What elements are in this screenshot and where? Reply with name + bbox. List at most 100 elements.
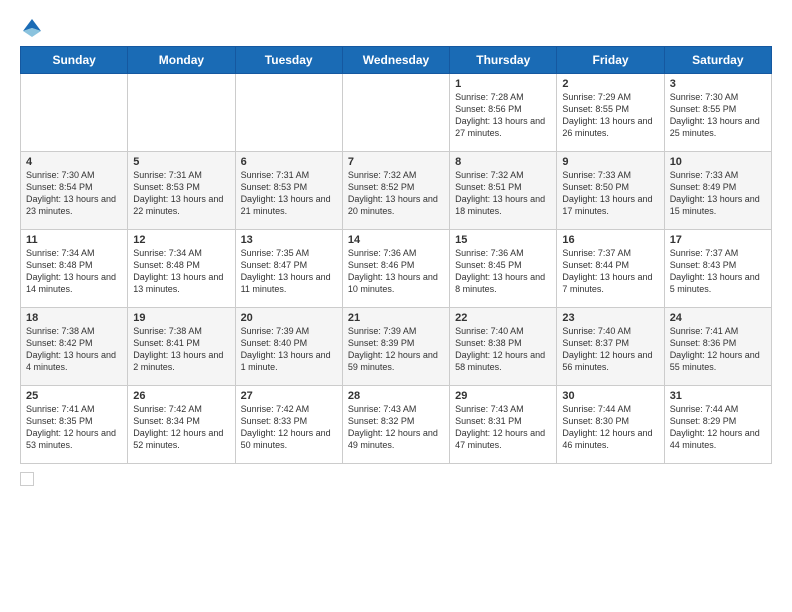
calendar-cell: 14Sunrise: 7:36 AM Sunset: 8:46 PM Dayli… [342,230,449,308]
day-number: 7 [348,156,444,168]
calendar-cell: 28Sunrise: 7:43 AM Sunset: 8:32 PM Dayli… [342,386,449,464]
day-number: 4 [26,156,122,168]
day-number: 14 [348,234,444,246]
day-info: Sunrise: 7:31 AM Sunset: 8:53 PM Dayligh… [133,169,229,218]
day-number: 15 [455,234,551,246]
day-info: Sunrise: 7:43 AM Sunset: 8:31 PM Dayligh… [455,403,551,452]
day-number: 5 [133,156,229,168]
calendar-cell: 18Sunrise: 7:38 AM Sunset: 8:42 PM Dayli… [21,308,128,386]
day-info: Sunrise: 7:40 AM Sunset: 8:37 PM Dayligh… [562,325,658,374]
calendar-cell: 10Sunrise: 7:33 AM Sunset: 8:49 PM Dayli… [664,152,771,230]
day-number: 3 [670,78,766,90]
day-info: Sunrise: 7:28 AM Sunset: 8:56 PM Dayligh… [455,91,551,140]
day-number: 26 [133,390,229,402]
calendar-cell: 15Sunrise: 7:36 AM Sunset: 8:45 PM Dayli… [450,230,557,308]
daylight-box [20,472,34,486]
calendar-cell: 3Sunrise: 7:30 AM Sunset: 8:55 PM Daylig… [664,74,771,152]
calendar-cell: 29Sunrise: 7:43 AM Sunset: 8:31 PM Dayli… [450,386,557,464]
day-number: 23 [562,312,658,324]
calendar-cell [235,74,342,152]
weekday-header-saturday: Saturday [664,47,771,74]
weekday-header-friday: Friday [557,47,664,74]
day-info: Sunrise: 7:38 AM Sunset: 8:42 PM Dayligh… [26,325,122,374]
day-info: Sunrise: 7:34 AM Sunset: 8:48 PM Dayligh… [26,247,122,296]
day-info: Sunrise: 7:32 AM Sunset: 8:52 PM Dayligh… [348,169,444,218]
calendar-cell: 6Sunrise: 7:31 AM Sunset: 8:53 PM Daylig… [235,152,342,230]
day-info: Sunrise: 7:34 AM Sunset: 8:48 PM Dayligh… [133,247,229,296]
day-number: 17 [670,234,766,246]
day-number: 2 [562,78,658,90]
weekday-header-thursday: Thursday [450,47,557,74]
day-number: 29 [455,390,551,402]
day-info: Sunrise: 7:29 AM Sunset: 8:55 PM Dayligh… [562,91,658,140]
calendar-cell: 27Sunrise: 7:42 AM Sunset: 8:33 PM Dayli… [235,386,342,464]
day-number: 30 [562,390,658,402]
day-info: Sunrise: 7:40 AM Sunset: 8:38 PM Dayligh… [455,325,551,374]
weekday-header-wednesday: Wednesday [342,47,449,74]
day-info: Sunrise: 7:30 AM Sunset: 8:54 PM Dayligh… [26,169,122,218]
day-info: Sunrise: 7:31 AM Sunset: 8:53 PM Dayligh… [241,169,337,218]
day-number: 19 [133,312,229,324]
calendar-cell: 26Sunrise: 7:42 AM Sunset: 8:34 PM Dayli… [128,386,235,464]
day-info: Sunrise: 7:43 AM Sunset: 8:32 PM Dayligh… [348,403,444,452]
calendar-cell: 4Sunrise: 7:30 AM Sunset: 8:54 PM Daylig… [21,152,128,230]
day-number: 24 [670,312,766,324]
day-info: Sunrise: 7:33 AM Sunset: 8:50 PM Dayligh… [562,169,658,218]
calendar-week-2: 4Sunrise: 7:30 AM Sunset: 8:54 PM Daylig… [21,152,772,230]
day-number: 8 [455,156,551,168]
day-info: Sunrise: 7:41 AM Sunset: 8:36 PM Dayligh… [670,325,766,374]
weekday-header-monday: Monday [128,47,235,74]
calendar-cell: 21Sunrise: 7:39 AM Sunset: 8:39 PM Dayli… [342,308,449,386]
calendar-cell: 31Sunrise: 7:44 AM Sunset: 8:29 PM Dayli… [664,386,771,464]
day-number: 18 [26,312,122,324]
day-number: 13 [241,234,337,246]
day-info: Sunrise: 7:39 AM Sunset: 8:40 PM Dayligh… [241,325,337,374]
calendar-cell: 24Sunrise: 7:41 AM Sunset: 8:36 PM Dayli… [664,308,771,386]
day-number: 1 [455,78,551,90]
day-number: 31 [670,390,766,402]
calendar-cell: 7Sunrise: 7:32 AM Sunset: 8:52 PM Daylig… [342,152,449,230]
day-number: 27 [241,390,337,402]
calendar-week-4: 18Sunrise: 7:38 AM Sunset: 8:42 PM Dayli… [21,308,772,386]
weekday-header-row: SundayMondayTuesdayWednesdayThursdayFrid… [21,47,772,74]
calendar-cell: 25Sunrise: 7:41 AM Sunset: 8:35 PM Dayli… [21,386,128,464]
day-info: Sunrise: 7:30 AM Sunset: 8:55 PM Dayligh… [670,91,766,140]
day-number: 28 [348,390,444,402]
page-header [20,16,772,40]
day-info: Sunrise: 7:37 AM Sunset: 8:44 PM Dayligh… [562,247,658,296]
day-number: 21 [348,312,444,324]
calendar-cell: 19Sunrise: 7:38 AM Sunset: 8:41 PM Dayli… [128,308,235,386]
calendar-cell: 17Sunrise: 7:37 AM Sunset: 8:43 PM Dayli… [664,230,771,308]
logo-icon [20,16,44,40]
calendar-cell: 5Sunrise: 7:31 AM Sunset: 8:53 PM Daylig… [128,152,235,230]
calendar-cell: 1Sunrise: 7:28 AM Sunset: 8:56 PM Daylig… [450,74,557,152]
day-info: Sunrise: 7:38 AM Sunset: 8:41 PM Dayligh… [133,325,229,374]
weekday-header-sunday: Sunday [21,47,128,74]
day-number: 6 [241,156,337,168]
calendar-cell: 2Sunrise: 7:29 AM Sunset: 8:55 PM Daylig… [557,74,664,152]
calendar-cell: 13Sunrise: 7:35 AM Sunset: 8:47 PM Dayli… [235,230,342,308]
day-info: Sunrise: 7:42 AM Sunset: 8:33 PM Dayligh… [241,403,337,452]
calendar-cell: 23Sunrise: 7:40 AM Sunset: 8:37 PM Dayli… [557,308,664,386]
day-info: Sunrise: 7:41 AM Sunset: 8:35 PM Dayligh… [26,403,122,452]
calendar-cell: 8Sunrise: 7:32 AM Sunset: 8:51 PM Daylig… [450,152,557,230]
day-info: Sunrise: 7:36 AM Sunset: 8:45 PM Dayligh… [455,247,551,296]
day-number: 16 [562,234,658,246]
day-number: 25 [26,390,122,402]
day-info: Sunrise: 7:33 AM Sunset: 8:49 PM Dayligh… [670,169,766,218]
calendar-cell: 11Sunrise: 7:34 AM Sunset: 8:48 PM Dayli… [21,230,128,308]
day-number: 20 [241,312,337,324]
calendar-cell [342,74,449,152]
calendar-cell: 12Sunrise: 7:34 AM Sunset: 8:48 PM Dayli… [128,230,235,308]
day-number: 22 [455,312,551,324]
day-info: Sunrise: 7:42 AM Sunset: 8:34 PM Dayligh… [133,403,229,452]
footer [20,472,772,486]
calendar-cell: 30Sunrise: 7:44 AM Sunset: 8:30 PM Dayli… [557,386,664,464]
calendar-cell [128,74,235,152]
calendar-week-1: 1Sunrise: 7:28 AM Sunset: 8:56 PM Daylig… [21,74,772,152]
calendar-table: SundayMondayTuesdayWednesdayThursdayFrid… [20,46,772,464]
calendar-cell: 22Sunrise: 7:40 AM Sunset: 8:38 PM Dayli… [450,308,557,386]
calendar-cell: 20Sunrise: 7:39 AM Sunset: 8:40 PM Dayli… [235,308,342,386]
day-number: 11 [26,234,122,246]
day-info: Sunrise: 7:36 AM Sunset: 8:46 PM Dayligh… [348,247,444,296]
